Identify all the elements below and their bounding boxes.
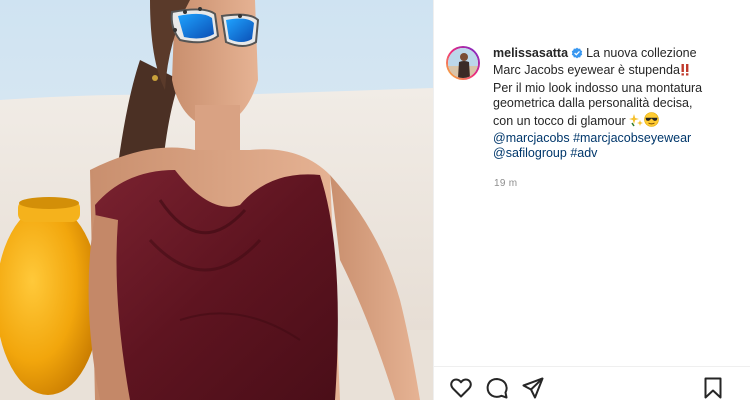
caption-line-5: con un tocco di glamour <box>493 111 702 131</box>
heart-icon[interactable] <box>448 375 474 401</box>
comment-icon[interactable] <box>484 375 510 401</box>
caption-text-3: Per il mio look indosso una montatura <box>493 80 703 95</box>
woman-wearing-sunglasses-image <box>0 0 433 400</box>
caption-text-4: geometrica dalla personalità decisa, <box>493 96 693 111</box>
sparkles-icon <box>629 113 644 131</box>
caption-line-2: Marc Jacobs eyewear è stupenda <box>493 63 702 80</box>
post-sidebar: melissasatta La nuova collezione Marc Jac… <box>433 0 750 400</box>
post-photo[interactable] <box>0 0 433 400</box>
caption-row: melissasatta La nuova collezione Marc Jac… <box>446 46 741 162</box>
avatar-image <box>448 48 478 78</box>
caption-line-1: melissasatta La nuova collezione <box>493 46 702 63</box>
sunglasses-face-icon <box>644 111 660 131</box>
caption-text-5: con un tocco di glamour <box>493 113 626 128</box>
caption: melissasatta La nuova collezione Marc Jac… <box>493 46 702 162</box>
avatar[interactable] <box>446 46 480 80</box>
share-icon[interactable] <box>520 375 546 401</box>
caption-text-1: La nuova collezione <box>586 46 697 60</box>
verified-badge-icon <box>571 47 583 63</box>
double-exclamation-icon <box>680 63 690 80</box>
post-timestamp[interactable]: 19 m <box>494 178 517 189</box>
hashtags-line-1[interactable]: @marcjacobs #marcjacobseyewear <box>493 131 702 146</box>
action-bar <box>434 366 750 401</box>
bookmark-icon[interactable] <box>700 375 726 401</box>
caption-text-2: Marc Jacobs eyewear è stupenda <box>493 63 680 78</box>
username-link[interactable]: melissasatta <box>493 46 568 60</box>
hashtags-line-2[interactable]: @safilogroup #adv <box>493 146 702 161</box>
